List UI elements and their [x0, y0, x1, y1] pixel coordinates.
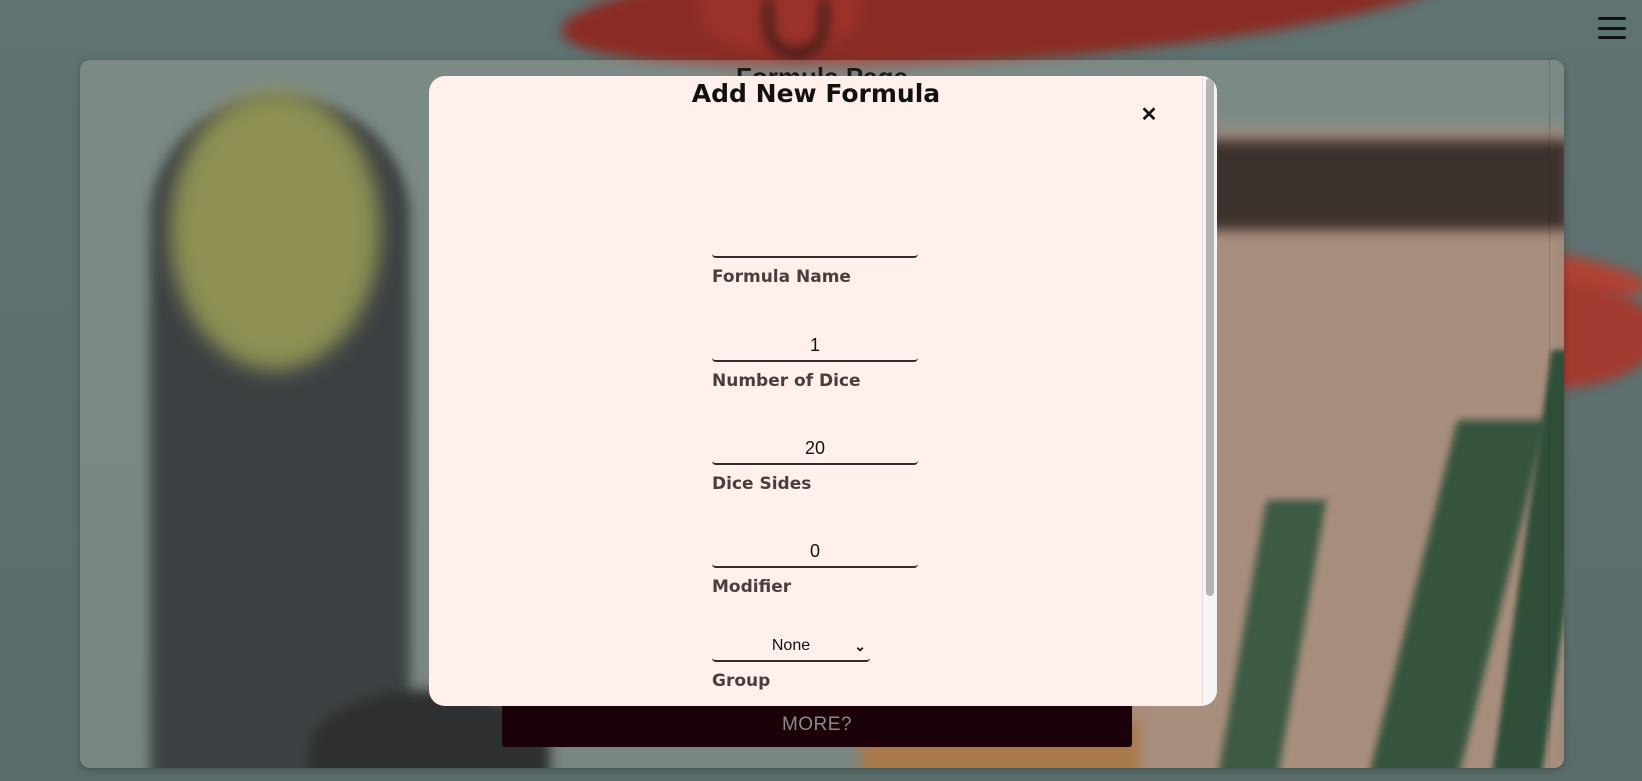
- group-label: Group: [712, 671, 771, 691]
- dice-sides-input[interactable]: [712, 433, 918, 465]
- dragon-mustache-illustration: [765, 0, 827, 56]
- hamburger-line: [1598, 36, 1626, 39]
- hamburger-menu-icon[interactable]: [1598, 17, 1626, 39]
- group-select[interactable]: None ⌄: [712, 632, 870, 662]
- dice-sides-field: Dice Sides: [712, 433, 918, 494]
- close-icon[interactable]: ✕: [1137, 102, 1161, 126]
- more-button[interactable]: MORE?: [502, 702, 1132, 747]
- formula-name-field: Formula Name: [712, 226, 918, 287]
- group-select-value: None: [771, 637, 811, 654]
- hamburger-line: [1598, 26, 1626, 30]
- mountain-cap-illustration: [170, 90, 380, 370]
- number-of-dice-input[interactable]: [712, 330, 918, 362]
- number-of-dice-field: Number of Dice: [712, 330, 918, 391]
- chevron-down-icon: ⌄: [854, 638, 866, 654]
- formula-name-input[interactable]: [712, 226, 918, 258]
- modal-title: Add New Formula: [691, 79, 941, 108]
- dice-sides-label: Dice Sides: [712, 474, 812, 494]
- modifier-input[interactable]: [712, 536, 918, 568]
- modifier-label: Modifier: [712, 577, 792, 597]
- panel-scrollbar[interactable]: [1549, 60, 1558, 768]
- modal-scrollbar[interactable]: [1202, 76, 1217, 706]
- formula-name-label: Formula Name: [712, 267, 851, 287]
- add-formula-modal: Add New Formula ✕ Formula Name Number of…: [429, 76, 1217, 706]
- hamburger-line: [1598, 17, 1626, 20]
- number-of-dice-label: Number of Dice: [712, 371, 861, 391]
- modal-scrollbar-thumb[interactable]: [1206, 78, 1214, 596]
- group-field: None ⌄ Group: [712, 632, 870, 691]
- modifier-field: Modifier: [712, 536, 918, 597]
